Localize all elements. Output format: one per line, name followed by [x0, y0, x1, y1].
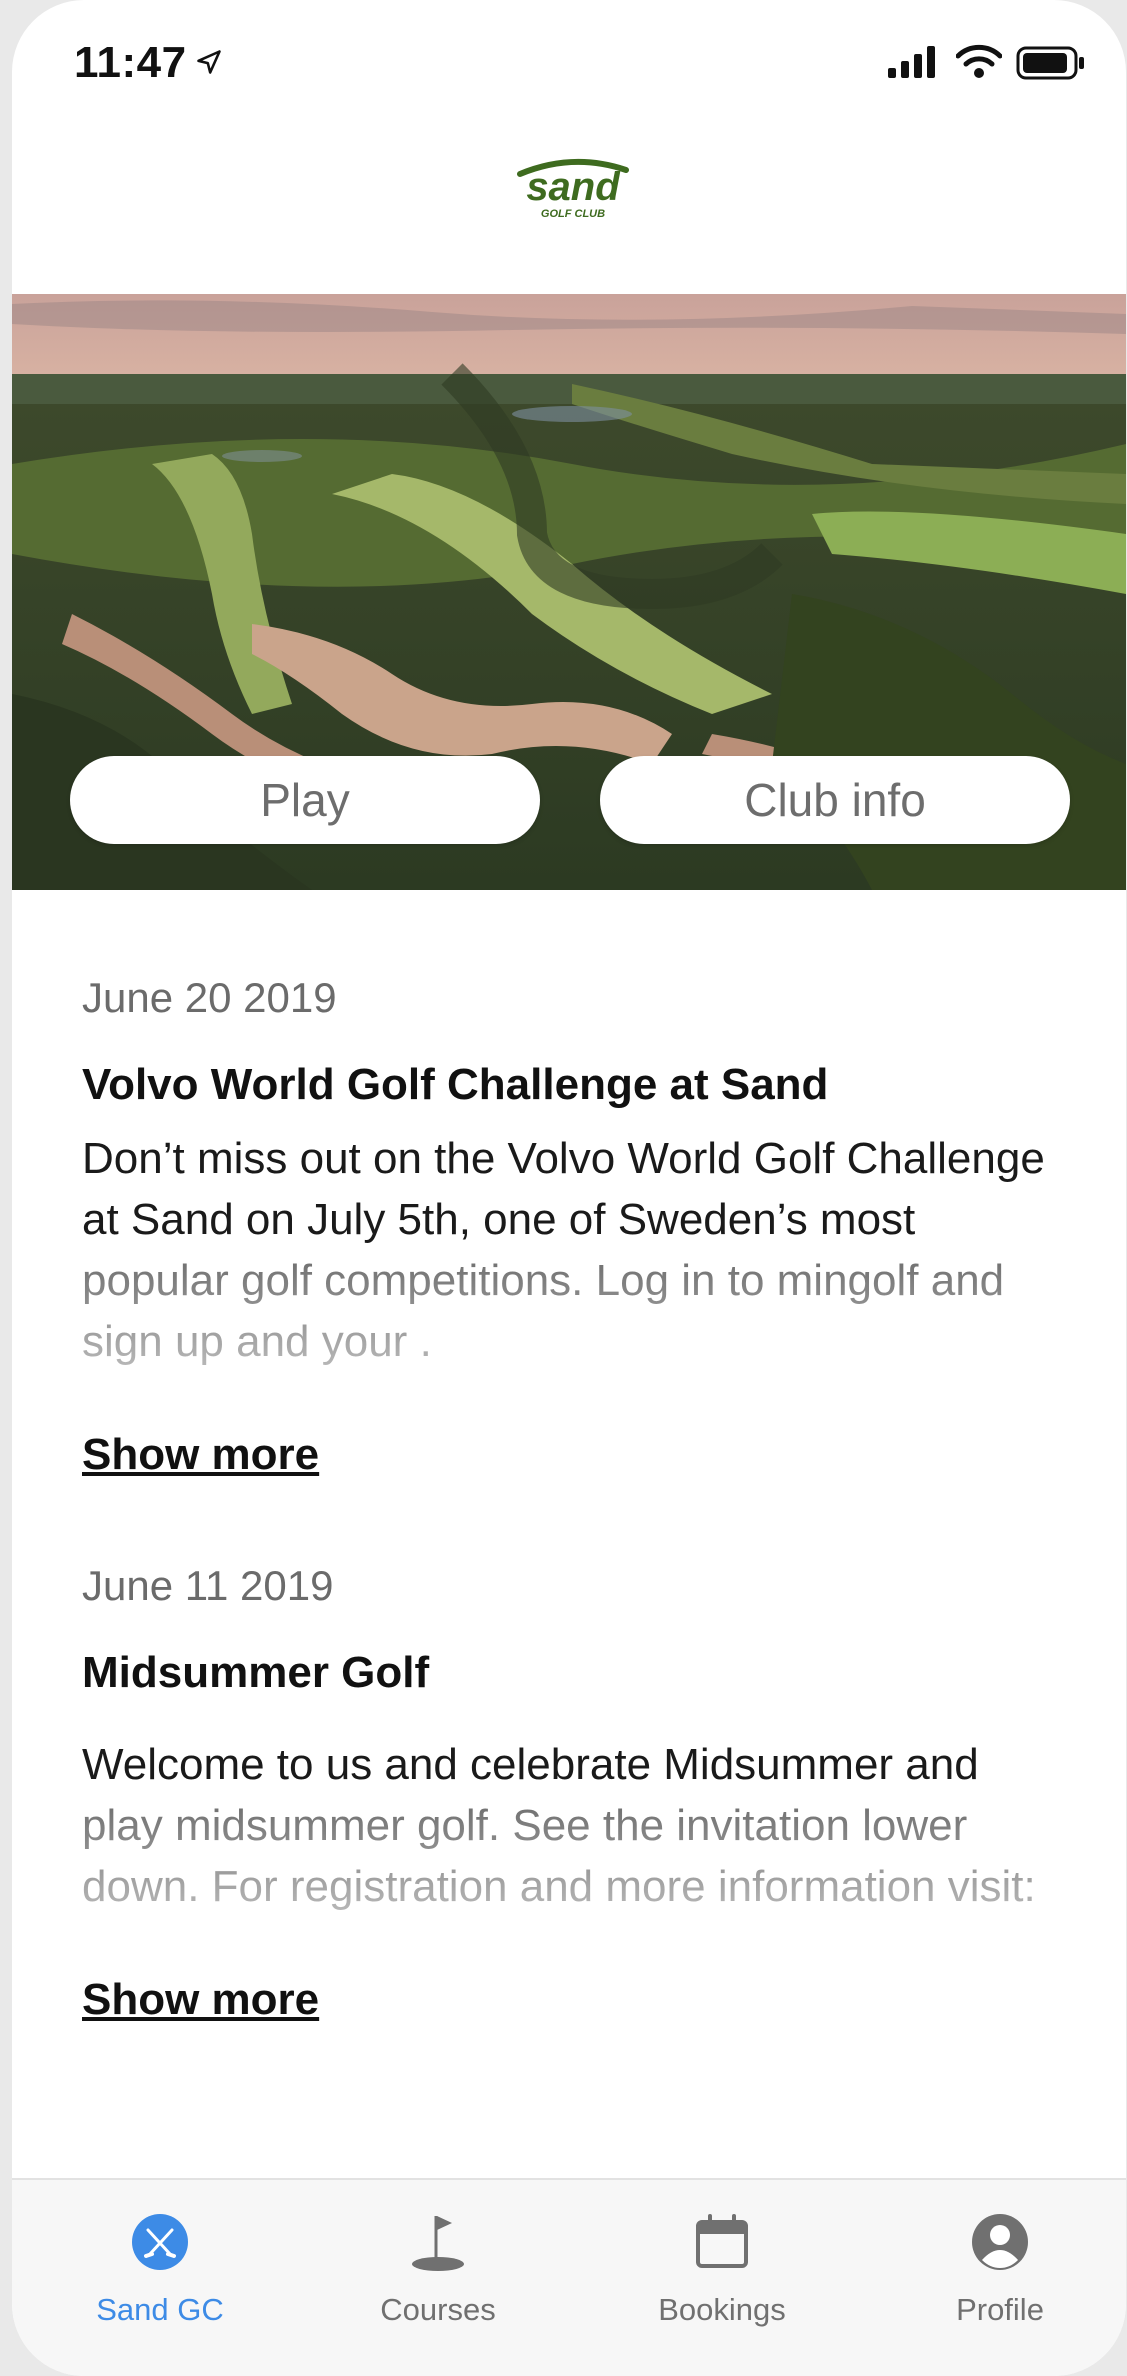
logo-wordmark: sand — [526, 165, 621, 209]
tab-label: Profile — [956, 2292, 1044, 2327]
person-icon — [972, 2214, 1028, 2270]
show-more-link[interactable]: Show more — [82, 1975, 319, 2025]
battery-icon — [1016, 46, 1084, 80]
show-more-link[interactable]: Show more — [82, 1430, 319, 1480]
calendar-icon — [696, 2214, 748, 2268]
tab-label: Bookings — [658, 2292, 786, 2327]
tab-sand-gc[interactable]: Sand GC — [60, 2210, 260, 2328]
news-body: Welcome to us and celebrate Midsummer an… — [82, 1734, 1062, 1917]
club-info-button[interactable]: Club info — [600, 756, 1070, 844]
status-bar: 11:47 — [12, 0, 1126, 130]
location-arrow-icon — [197, 50, 221, 74]
app-screen: 11:47 sand GOLF CLUB Play Club info June… — [12, 0, 1126, 2376]
tab-label: Courses — [380, 2292, 496, 2327]
wifi-icon — [956, 44, 1002, 78]
news-post: June 20 2019 Volvo World Golf Challenge … — [82, 974, 1062, 1480]
tab-profile[interactable]: Profile — [900, 2210, 1100, 2328]
news-date: June 11 2019 — [82, 1562, 334, 1609]
tab-bar: Sand GC Courses Bookings Profile — [12, 2178, 1126, 2376]
tab-courses[interactable]: Courses — [338, 2210, 538, 2328]
play-button[interactable]: Play — [70, 756, 540, 844]
tab-bookings[interactable]: Bookings — [622, 2210, 822, 2328]
club-logo: sand GOLF CLUB — [498, 152, 648, 224]
news-date: June 20 2019 — [82, 974, 337, 1021]
hero-image: Play Club info — [12, 294, 1126, 890]
status-time: 11:47 — [74, 38, 187, 87]
news-title: Volvo World Golf Challenge at Sand — [82, 1060, 829, 1109]
news-body: Don’t miss out on the Volvo World Golf C… — [82, 1128, 1062, 1372]
golf-clubs-icon — [132, 2214, 188, 2270]
logo-subtext: GOLF CLUB — [541, 208, 605, 220]
flag-icon — [412, 2216, 464, 2271]
news-feed: June 20 2019 Volvo World Golf Challenge … — [12, 890, 1126, 2178]
news-post: June 11 2019 Midsummer Golf Welcome to u… — [82, 1562, 1062, 2025]
news-title: Midsummer Golf — [82, 1648, 430, 1697]
tab-label: Sand GC — [96, 2292, 224, 2327]
cellular-signal-icon — [888, 46, 935, 78]
